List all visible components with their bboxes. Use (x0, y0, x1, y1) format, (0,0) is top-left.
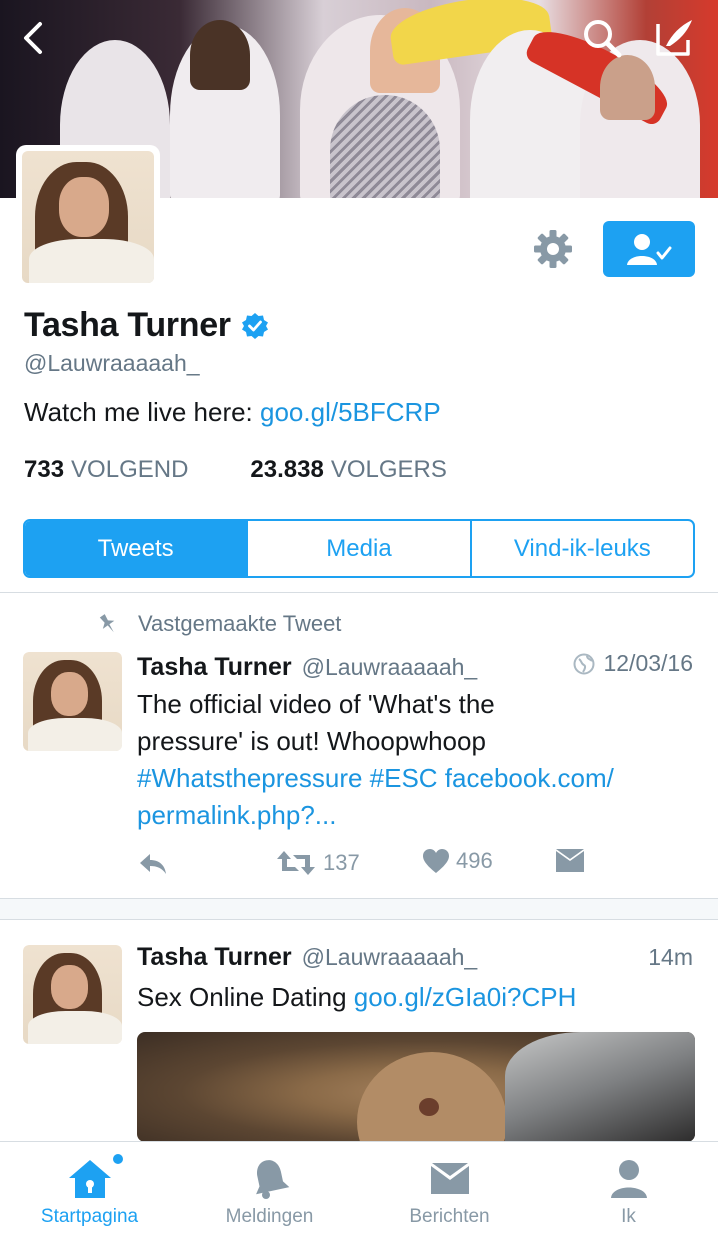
profile-tabs: Tweets Media Vind-ik-leuks (23, 519, 695, 578)
tab-media[interactable]: Media (246, 521, 469, 576)
nav-home[interactable]: Startpagina (0, 1142, 179, 1235)
pinned-label: Vastgemaakte Tweet (138, 611, 342, 636)
tweet-text-line: The official video of 'What's the (137, 689, 495, 719)
tweet-date: 14m (648, 944, 693, 970)
gear-icon (534, 230, 572, 268)
tweet-date: 12/03/16 (603, 650, 693, 676)
profile-name: Tasha Turner (24, 306, 231, 344)
reply-button[interactable] (137, 848, 169, 878)
tweet-media-image[interactable] (137, 1032, 695, 1142)
verified-badge-icon (241, 312, 268, 339)
tweet-text: The official video of 'What's the pressu… (137, 686, 697, 834)
nav-me[interactable]: Ik (539, 1142, 718, 1235)
followers-count: 23.838 (250, 456, 324, 483)
tweet-link[interactable]: goo.gl/zGIa0i?CPH (354, 982, 577, 1012)
followers-label: VOLGERS (330, 456, 447, 483)
avatar-photo (23, 945, 122, 1044)
tweet-text-line: pressure' is out! Whoopwhoop (137, 726, 486, 756)
home-icon (68, 1160, 111, 1198)
nav-messages[interactable]: Berichten (360, 1142, 539, 1235)
search-button[interactable] (580, 16, 624, 60)
tweet-author-name[interactable]: Tasha Turner (137, 653, 292, 682)
bio-text: Watch me live here: (24, 397, 261, 427)
chevron-left-icon (24, 22, 42, 54)
followers-stat[interactable]: 23.838 VOLGERS (250, 456, 446, 484)
following-count: 733 (24, 456, 65, 483)
following-button[interactable] (603, 221, 695, 277)
bottom-nav: Startpagina Meldingen Berichten Ik (0, 1141, 718, 1235)
envelope-icon (556, 849, 584, 872)
profile-avatar[interactable] (16, 145, 160, 289)
envelope-icon (430, 1163, 469, 1194)
bio-link[interactable]: goo.gl/5BFCRP (260, 397, 441, 427)
reply-icon (140, 854, 166, 874)
tweet-header: Tasha Turner @Lauwraaaaah_ 12/03/16 (137, 650, 693, 682)
avatar-photo (22, 151, 154, 283)
tweet-link[interactable]: permalink.php?... (137, 797, 697, 834)
compose-icon (656, 20, 692, 56)
heart-icon (423, 849, 449, 873)
bell-icon (255, 1160, 289, 1199)
nav-me-label: Ik (621, 1206, 636, 1227)
tweet-timestamp: 12/03/16 (573, 650, 693, 677)
tweet-author-name[interactable]: Tasha Turner (137, 943, 292, 972)
profile-name-row: Tasha Turner (24, 306, 269, 345)
pin-icon (99, 614, 115, 633)
tweet-avatar[interactable] (23, 652, 122, 751)
profile-stats: 733 VOLGEND 23.838 VOLGERS (24, 456, 447, 484)
search-icon (584, 20, 622, 58)
following-stat[interactable]: 733 VOLGEND (24, 456, 188, 484)
tab-tweets[interactable]: Tweets (25, 521, 247, 576)
tab-likes[interactable]: Vind-ik-leuks (469, 521, 693, 576)
globe-icon (573, 653, 595, 674)
tweet-author-handle[interactable]: @Lauwraaaaah_ (302, 654, 478, 681)
tweet-separator (0, 898, 718, 920)
nav-notifications-label: Meldingen (225, 1206, 314, 1227)
like-count: 496 (456, 848, 493, 873)
tweet-text-line: Sex Online Dating (137, 982, 354, 1012)
person-icon (610, 1160, 647, 1198)
profile-handle: @Lauwraaaaah_ (24, 350, 200, 376)
like-button[interactable]: 496 (422, 848, 493, 874)
pinned-indicator: Vastgemaakte Tweet (96, 611, 341, 637)
retweet-count: 137 (323, 850, 360, 875)
settings-button[interactable] (532, 228, 574, 270)
divider (0, 592, 718, 593)
notification-dot (112, 1154, 123, 1164)
tweet-link[interactable]: #Whatsthepressure #ESC facebook.com/ (137, 760, 697, 797)
nav-notifications[interactable]: Meldingen (180, 1142, 359, 1235)
tweet-actions: 137 496 (137, 848, 597, 880)
avatar-photo (23, 652, 122, 751)
retweet-button[interactable]: 137 (277, 848, 360, 878)
profile-bio: Watch me live here: goo.gl/5BFCRP (24, 397, 441, 428)
tweet-avatar[interactable] (23, 945, 122, 1044)
dm-button[interactable] (555, 848, 585, 874)
back-button[interactable] (14, 18, 54, 58)
tweet-header: Tasha Turner @Lauwraaaaah_ 14m (137, 943, 693, 972)
nav-home-label: Startpagina (40, 1206, 139, 1227)
following-label: VOLGEND (71, 456, 189, 483)
person-check-icon (627, 234, 672, 265)
tweet-text: Sex Online Dating goo.gl/zGIa0i?CPH (137, 979, 697, 1016)
compose-button[interactable] (650, 16, 698, 60)
nav-messages-label: Berichten (409, 1206, 490, 1227)
retweet-icon (277, 851, 315, 875)
tweet-author-handle[interactable]: @Lauwraaaaah_ (302, 944, 478, 971)
tweet-timestamp: 14m (648, 944, 693, 971)
